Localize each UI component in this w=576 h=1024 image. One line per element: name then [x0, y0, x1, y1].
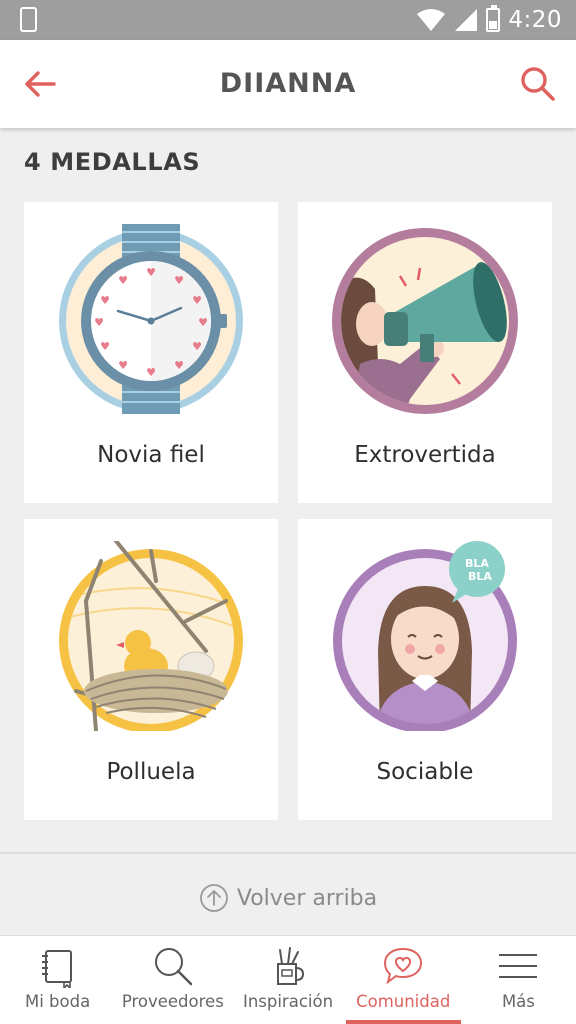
bottom-nav: Mi boda Proveedores Inspiración Comunida… [0, 935, 576, 1024]
heart-chat-icon [384, 947, 423, 985]
nav-label: Proveedores [121, 992, 224, 1011]
bubble-text-2: BLA [468, 570, 492, 583]
nav-label: Inspiración [242, 992, 334, 1011]
svg-text:♥: ♥ [174, 359, 184, 372]
notebook-icon [41, 950, 72, 988]
medal-label: Polluela [106, 759, 196, 785]
nav-item-mi-boda[interactable]: Mi boda [0, 936, 115, 1024]
sim-card-icon [20, 7, 37, 32]
bubble-text-1: BLA [465, 557, 489, 570]
status-bar: 4:20 [0, 0, 576, 40]
nav-label: Más [501, 992, 535, 1011]
app-bar: DIIANNA [0, 40, 576, 128]
medal-card-novia-fiel[interactable]: ♥ ♥ ♥ ♥ ♥ ♥ ♥ ♥ ♥ ♥ ♥ ♥ Novia fiel [24, 202, 278, 503]
nav-label: Comunidad [356, 992, 451, 1011]
back-to-top-button[interactable]: Volver arriba [0, 874, 576, 922]
svg-text:♥: ♥ [174, 274, 184, 287]
svg-text:♥: ♥ [94, 316, 104, 329]
nav-label: Mi boda [24, 992, 91, 1011]
battery-icon [486, 5, 501, 32]
nav-item-comunidad[interactable]: Comunidad [345, 936, 462, 1024]
svg-text:♥: ♥ [198, 316, 208, 329]
medal-card-extrovertida[interactable]: Extrovertida [298, 202, 552, 503]
svg-text:♥: ♥ [118, 359, 128, 372]
medal-label: Novia fiel [97, 442, 205, 468]
clock: 4:20 [508, 7, 562, 33]
megaphone-icon [332, 228, 518, 414]
girl-bla-bla-icon: BLA BLA [333, 541, 517, 731]
arrow-up-circle-icon [199, 884, 228, 912]
pencil-cup-icon [277, 947, 305, 985]
search-icon[interactable] [518, 64, 558, 104]
page-title: DIIANNA [219, 68, 357, 99]
medal-card-polluela[interactable]: Polluela [24, 519, 278, 820]
divider [0, 852, 576, 854]
wifi-icon [417, 9, 446, 31]
watch-icon: ♥ ♥ ♥ ♥ ♥ ♥ ♥ ♥ ♥ ♥ ♥ ♥ [59, 224, 243, 414]
back-to-top-label: Volver arriba [236, 885, 378, 911]
nav-item-inspiracion[interactable]: Inspiración [230, 936, 345, 1024]
medal-label: Sociable [376, 759, 474, 785]
chick-nest-icon [59, 541, 243, 731]
medal-card-sociable[interactable]: BLA BLA Sociable [298, 519, 552, 820]
svg-text:♥: ♥ [192, 294, 202, 307]
svg-text:♥: ♥ [192, 340, 202, 353]
medal-label: Extrovertida [354, 442, 496, 468]
svg-text:♥: ♥ [118, 274, 128, 287]
medals-grid: ♥ ♥ ♥ ♥ ♥ ♥ ♥ ♥ ♥ ♥ ♥ ♥ Novia fiel Extrovert [24, 202, 552, 820]
medals-count-title: 4 MEDALLAS [24, 148, 201, 176]
svg-text:♥: ♥ [100, 340, 110, 353]
nav-item-mas[interactable]: Más [461, 936, 576, 1024]
svg-text:♥: ♥ [146, 266, 156, 279]
menu-icon [499, 954, 538, 978]
search-icon [154, 948, 193, 986]
svg-text:♥: ♥ [100, 294, 110, 307]
svg-text:♥: ♥ [146, 366, 156, 379]
signal-icon [455, 9, 478, 31]
nav-item-proveedores[interactable]: Proveedores [115, 936, 230, 1024]
